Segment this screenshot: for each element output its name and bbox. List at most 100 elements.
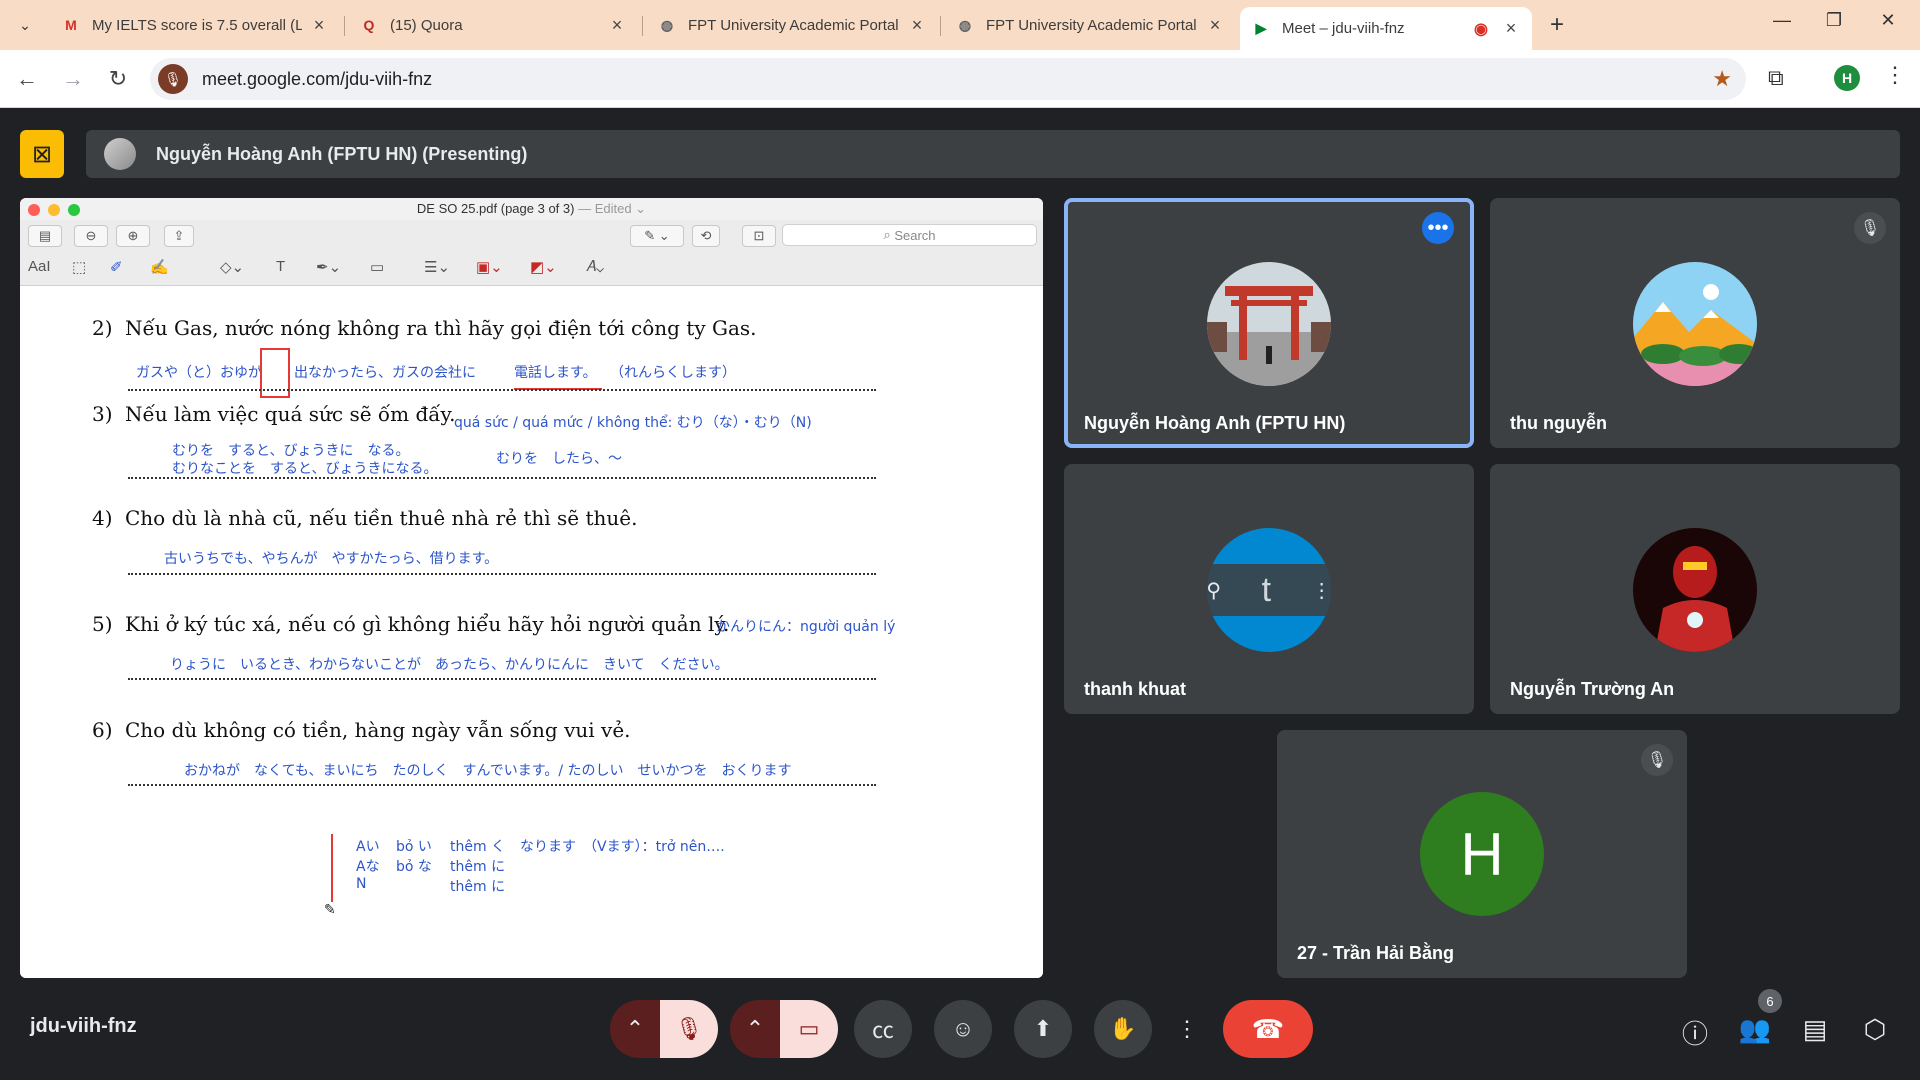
- close-icon[interactable]: ×: [1206, 15, 1224, 36]
- captions-button[interactable]: ㏄: [854, 1000, 912, 1058]
- tab-fpt-portal-2[interactable]: ◍ FPT University Academic Portal ×: [944, 7, 1236, 43]
- grammar-r2-c: thêm に: [450, 859, 506, 875]
- reactions-button[interactable]: ☺: [934, 1000, 992, 1058]
- profile-avatar[interactable]: H: [1834, 65, 1860, 91]
- tab-search-icon[interactable]: ⌄: [10, 10, 40, 40]
- answer-line: [128, 678, 876, 680]
- draw-icon[interactable]: ✍: [150, 258, 169, 276]
- preview-toolbar: ▤ ⊖ ⊕ ⇪ ✎ ⌄ ⟲ ⊡ ⌕ Search: [20, 220, 1043, 250]
- tab-meet[interactable]: ▶ Meet – jdu-viih-fnz ◉ ×: [1240, 7, 1532, 50]
- mic-off-icon: 🎙: [1854, 212, 1886, 244]
- window-close-icon[interactable]: ✕: [1868, 10, 1908, 31]
- participant-tile[interactable]: ⚲ t ⋮ thanh khuat: [1064, 464, 1474, 714]
- recording-icon: ◉: [1474, 20, 1488, 38]
- text-box-icon[interactable]: T: [276, 258, 285, 275]
- tab-gmail[interactable]: M My IELTS score is 7.5 overall (L ×: [50, 7, 340, 43]
- shapes-icon[interactable]: ◇⌄: [220, 258, 244, 276]
- sign-icon[interactable]: ✒⌄: [316, 258, 341, 276]
- quora-icon: Q: [363, 17, 375, 33]
- back-icon[interactable]: ←: [12, 66, 42, 92]
- close-icon[interactable]: ×: [1502, 18, 1520, 39]
- more-options-icon[interactable]: ⋮: [1312, 578, 1332, 603]
- more-options-button[interactable]: ⋮: [1164, 1000, 1210, 1058]
- rotate-icon[interactable]: ⟲: [692, 225, 720, 247]
- participant-tile[interactable]: H 🎙 27 - Trần Hải Bằng: [1277, 730, 1687, 978]
- audio-options-button[interactable]: ⌃: [610, 1000, 660, 1058]
- participant-avatar: [1633, 262, 1757, 386]
- chat-icon[interactable]: ▤: [1798, 1014, 1832, 1045]
- sketch-icon[interactable]: ✐: [110, 258, 123, 276]
- meeting-info-icon[interactable]: ⓘ: [1678, 1014, 1712, 1051]
- share-icon[interactable]: ⇪: [164, 225, 194, 247]
- address-bar[interactable]: 🎙 meet.google.com/jdu-viih-fnz ★: [150, 58, 1746, 100]
- video-options-button[interactable]: ⌃: [730, 1000, 780, 1058]
- answer-line: [128, 477, 876, 479]
- grammar-r1-a: Aい: [356, 839, 380, 855]
- minimize-icon[interactable]: —: [1762, 10, 1802, 31]
- mic-toggle-button[interactable]: 🎙: [660, 1000, 718, 1058]
- preview-search[interactable]: ⌕ Search: [782, 224, 1037, 246]
- participant-tile[interactable]: ••• Nguyễn Hoàng Anh (FPTU HN): [1064, 198, 1474, 448]
- zoom-out-icon[interactable]: ⊖: [74, 225, 108, 247]
- q3-answer-line-1: むりを すると、びょうきに なる。: [172, 443, 410, 459]
- hand-icon: ✋: [1109, 1016, 1137, 1041]
- line-style-icon[interactable]: ☰⌄: [424, 258, 450, 276]
- font-style-icon[interactable]: 𝐴⌄: [586, 258, 604, 275]
- participant-name: thanh khuat: [1084, 679, 1186, 699]
- tab-separator: [344, 16, 345, 36]
- shared-screen: DE SO 25.pdf (page 3 of 3) — Edited ⌄ ▤ …: [20, 198, 1043, 978]
- pin-icon[interactable]: ⚲: [1206, 578, 1221, 603]
- document-title: DE SO 25.pdf (page 3 of 3): [416, 201, 575, 216]
- bookmark-star-icon[interactable]: ★: [1712, 66, 1732, 92]
- restore-icon[interactable]: ❐: [1814, 10, 1854, 31]
- close-icon[interactable]: ×: [608, 15, 626, 36]
- present-button[interactable]: ⬆: [1014, 1000, 1072, 1058]
- site-mic-icon[interactable]: 🎙: [158, 64, 188, 94]
- markup-pen-icon[interactable]: ✎ ⌄: [630, 225, 684, 247]
- extensions-icon[interactable]: ⧉: [1768, 65, 1784, 91]
- question-number: 5): [92, 612, 113, 636]
- border-color-icon[interactable]: ▣⌄: [476, 258, 503, 276]
- people-icon[interactable]: 👥: [1738, 1014, 1772, 1045]
- tab-separator: [940, 16, 941, 36]
- chrome-menu-icon[interactable]: ⋮: [1884, 62, 1906, 88]
- toolbox-icon[interactable]: ⊡: [742, 225, 776, 247]
- grammar-r2-b: bỏ な: [396, 859, 432, 875]
- new-tab-button[interactable]: +: [1543, 11, 1571, 39]
- question-4: 4) Cho dù là nhà cũ, nếu tiền thuê nhà rẻ…: [92, 506, 637, 530]
- close-icon[interactable]: ×: [908, 15, 926, 36]
- participant-name: Nguyễn Hoàng Anh (FPTU HN): [1084, 413, 1346, 433]
- note-icon[interactable]: ▭: [370, 258, 384, 276]
- minimize-dot[interactable]: [48, 204, 60, 216]
- tab-quora[interactable]: Q (15) Quora ×: [348, 7, 638, 43]
- zoom-in-icon[interactable]: ⊕: [116, 225, 150, 247]
- stop-presenting-icon[interactable]: ⊠: [20, 130, 64, 178]
- close-icon[interactable]: ×: [310, 15, 328, 36]
- sidebar-icon[interactable]: ▤: [28, 225, 62, 247]
- more-options-icon[interactable]: •••: [1422, 212, 1454, 244]
- search-placeholder: Search: [894, 227, 936, 243]
- participant-tile[interactable]: Nguyễn Trường An: [1490, 464, 1900, 714]
- activities-icon[interactable]: ⬡: [1858, 1014, 1892, 1045]
- meeting-code: jdu-viih-fnz: [30, 1015, 137, 1037]
- tab-title: Meet – jdu-viih-fnz: [1282, 20, 1405, 37]
- participant-count-badge: 6: [1758, 989, 1782, 1013]
- text-style-tool[interactable]: AaI: [28, 258, 51, 275]
- camera-toggle-button[interactable]: ▭: [780, 1000, 838, 1058]
- close-dot[interactable]: [28, 204, 40, 216]
- question-2: 2) Nếu Gas, nước nóng không ra thì hãy gọ…: [92, 316, 757, 340]
- tab-fpt-portal-1[interactable]: ◍ FPT University Academic Portal ×: [646, 7, 938, 43]
- grammar-r2-a: Aな: [356, 859, 380, 875]
- raise-hand-button[interactable]: ✋: [1094, 1000, 1152, 1058]
- forward-icon[interactable]: →: [58, 66, 88, 92]
- participant-tile[interactable]: 🎙 thu nguyễn: [1490, 198, 1900, 448]
- fill-color-icon[interactable]: ◩⌄: [530, 258, 557, 276]
- reload-icon[interactable]: ↻: [103, 66, 133, 92]
- emoji-icon: ☺: [951, 1016, 975, 1041]
- rect-select-icon[interactable]: ⬚: [72, 258, 86, 276]
- edited-label: — Edited ⌄: [578, 201, 647, 216]
- zoom-dot[interactable]: [68, 204, 80, 216]
- leave-call-button[interactable]: ☎: [1223, 1000, 1313, 1058]
- question-number: 3): [92, 402, 113, 426]
- question-text: Nếu làm việc quá sức sẽ ốm đấy.: [125, 402, 456, 426]
